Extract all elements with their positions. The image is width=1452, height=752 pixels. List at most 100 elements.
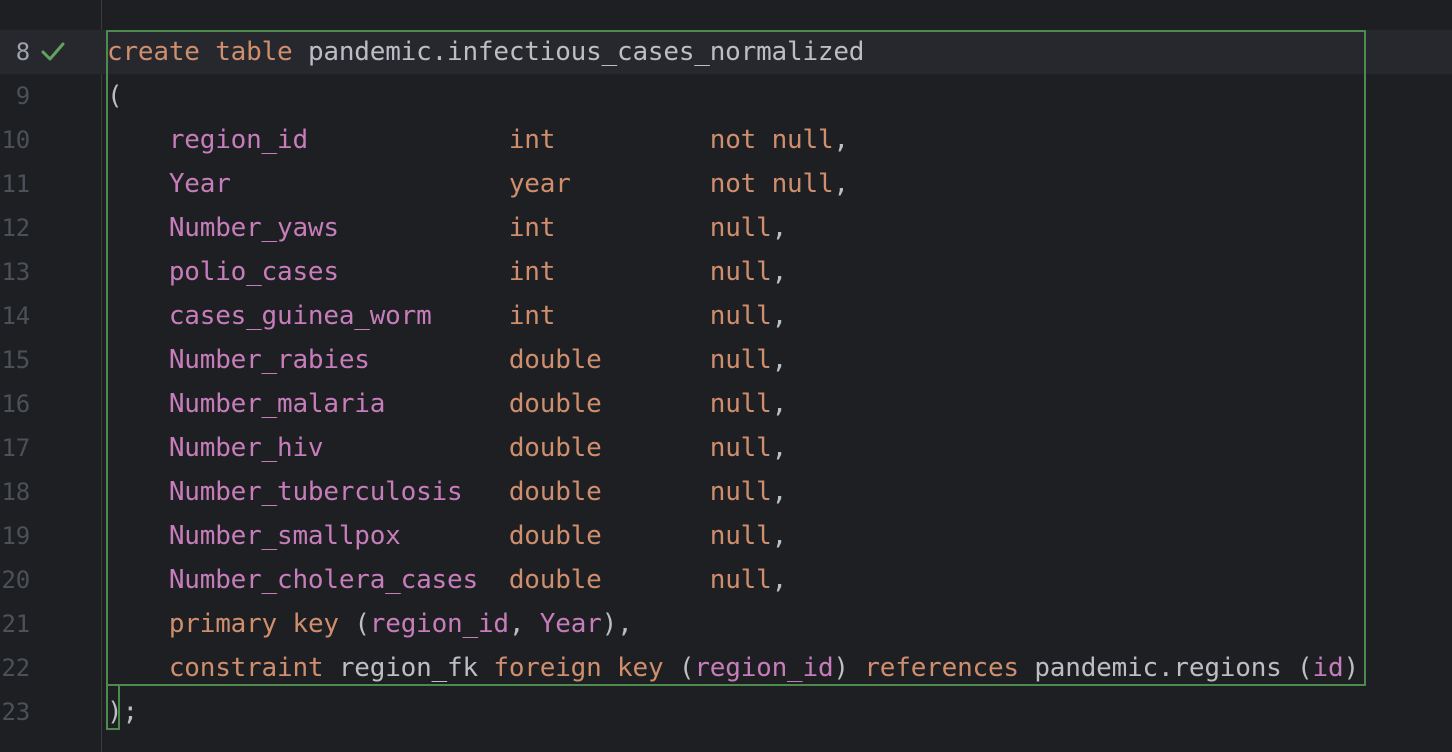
line-number: 17 <box>1 434 31 462</box>
code-text: primary key (region_id, Year), <box>107 602 633 646</box>
editor-line-18[interactable]: 18 Number_tuberculosis double null, <box>0 470 1452 514</box>
column-identifier: Number_tuberculosis <box>168 477 463 507</box>
column-identifier: Number_smallpox <box>168 521 401 551</box>
sql-keyword: int <box>508 125 556 155</box>
line-number: 21 <box>1 610 31 638</box>
code-token: ( <box>663 653 695 683</box>
sql-keyword: double <box>508 389 602 419</box>
sql-keyword: int <box>508 257 556 287</box>
column-identifier: cases_guinea_worm <box>168 301 432 331</box>
line-number: 8 <box>15 38 30 66</box>
editor-line-22[interactable]: 22 constraint region_fk foreign key (reg… <box>0 646 1452 690</box>
code-token: ) <box>1343 653 1359 683</box>
code-token: ), <box>601 609 633 639</box>
code-token: , <box>833 169 849 199</box>
sql-keyword: primary <box>168 609 278 639</box>
code-token: , <box>771 433 788 463</box>
code-token: , <box>771 565 788 595</box>
sql-keyword: null <box>709 213 772 243</box>
editor-line-11[interactable]: 11 Year year not null, <box>0 162 1452 206</box>
column-identifier: Number_rabies <box>168 345 370 375</box>
check-icon[interactable] <box>40 40 66 64</box>
code-token: , <box>833 125 849 155</box>
line-number: 23 <box>1 698 31 726</box>
editor-line-23[interactable]: 23); <box>0 690 1452 734</box>
editor-line-13[interactable]: 13 polio_cases int null, <box>0 250 1452 294</box>
code-text: region_id int not null, <box>107 118 849 162</box>
editor-line-20[interactable]: 20 Number_cholera_cases double null, <box>0 558 1452 602</box>
sql-keyword: key <box>617 653 664 683</box>
sql-keyword: double <box>508 521 602 551</box>
column-identifier: region_id <box>694 653 834 683</box>
column-identifier: Number_malaria <box>168 389 386 419</box>
sql-keyword: year <box>508 169 571 199</box>
column-identifier: polio_cases <box>168 257 339 287</box>
editor-line-19[interactable]: 19 Number_smallpox double null, <box>0 514 1452 558</box>
editor-line-21[interactable]: 21 primary key (region_id, Year), <box>0 602 1452 646</box>
code-token: , <box>771 213 788 243</box>
editor-line-9[interactable]: 9( <box>0 74 1452 118</box>
editor-line-7[interactable]: 7 <box>0 0 1452 66</box>
sql-keyword: null <box>709 301 772 331</box>
line-number: 20 <box>1 566 31 594</box>
editor-line-17[interactable]: 17 Number_hiv double null, <box>0 426 1452 470</box>
editor-line-10[interactable]: 10 region_id int not null, <box>0 118 1452 162</box>
code-text: Number_rabies double null, <box>107 338 787 382</box>
editor-line-12[interactable]: 12 Number_yaws int null, <box>0 206 1452 250</box>
editor-line-16[interactable]: 16 Number_malaria double null, <box>0 382 1452 426</box>
sql-keyword: int <box>508 213 556 243</box>
line-number: 12 <box>1 214 31 242</box>
sql-keyword: double <box>508 345 602 375</box>
sql-keyword: create <box>107 37 200 67</box>
code-token: ( <box>107 81 123 111</box>
line-number: 16 <box>1 390 31 418</box>
editor-line-14[interactable]: 14 cases_guinea_worm int null, <box>0 294 1452 338</box>
code-token: ( <box>338 609 370 639</box>
code-text: Number_hiv double null, <box>107 426 787 470</box>
sql-keyword: null <box>771 169 834 199</box>
column-identifier: Number_cholera_cases <box>168 565 478 595</box>
sql-keyword: int <box>508 301 556 331</box>
code-text: create table pandemic.infectious_cases_n… <box>107 30 864 74</box>
sql-keyword: null <box>709 345 772 375</box>
code-text: Year year not null, <box>107 162 849 206</box>
line-number: 22 <box>1 654 31 682</box>
sql-keyword: null <box>709 257 772 287</box>
editor-line-15[interactable]: 15 Number_rabies double null, <box>0 338 1452 382</box>
sql-keyword: null <box>771 125 834 155</box>
sql-keyword: key <box>292 609 339 639</box>
code-text: Number_malaria double null, <box>107 382 787 426</box>
code-token: , <box>771 389 788 419</box>
code-token: region_fk <box>323 653 494 683</box>
code-text: Number_smallpox double null, <box>107 514 787 558</box>
code-token: pandemic.infectious_cases_normalized <box>292 37 865 67</box>
column-identifier: region_id <box>168 125 308 155</box>
code-token: ); <box>107 697 138 727</box>
editor-line-8[interactable]: 8 create table pandemic.infectious_cases_… <box>0 30 1452 74</box>
code-editor[interactable]: 7 8 create table pandemic.infectious_case… <box>0 0 1452 752</box>
